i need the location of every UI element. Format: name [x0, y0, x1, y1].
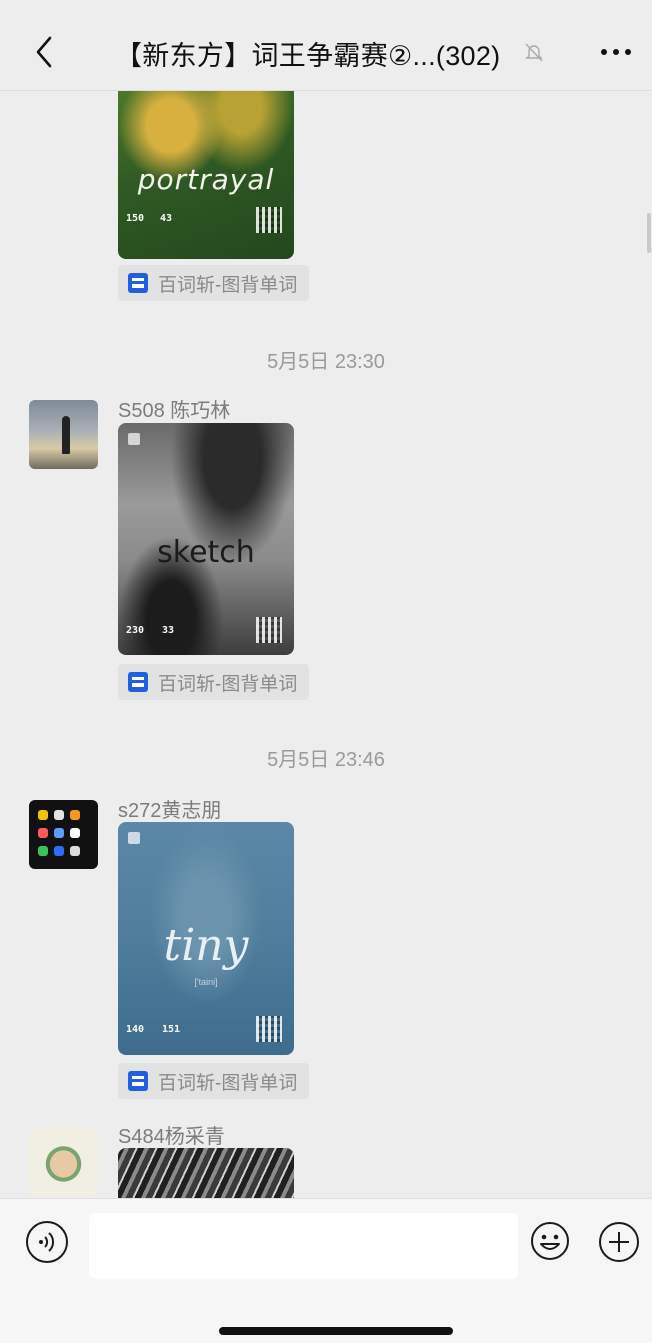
sender-name: s272黄志朋 — [118, 800, 222, 822]
card-stat: 150 — [126, 213, 145, 224]
mini-program-source[interactable]: 百词斩-图背单词 — [118, 265, 310, 301]
chat-header: 【新东方】词王争霸赛②...(302) — [0, 0, 652, 91]
word-card-image[interactable]: sketch 230 33 — [118, 423, 294, 655]
brand-icon — [128, 433, 140, 445]
qr-code-icon — [256, 617, 282, 643]
timestamp: 5月5日 23:46 — [267, 749, 385, 771]
mini-program-source[interactable]: 百词斩-图背单词 — [118, 1063, 310, 1099]
bell-off-icon — [525, 43, 543, 62]
word-card-image[interactable]: portrayal 150 43 — [118, 91, 294, 259]
more-dots-icon[interactable] — [598, 42, 634, 62]
avatar[interactable] — [29, 400, 98, 469]
baicizhan-app-icon — [128, 1071, 148, 1091]
card-word: sketch — [157, 535, 255, 570]
chat-message-list[interactable]: portrayal 150 43 百词斩-图背单词 5月5日 23:30 S50… — [0, 91, 652, 1198]
emoji-icon[interactable] — [530, 1221, 570, 1261]
voice-icon[interactable] — [26, 1221, 68, 1263]
card-word: tiny — [163, 920, 249, 971]
chevron-left-icon[interactable] — [30, 32, 60, 72]
card-word: portrayal — [137, 163, 275, 196]
scrollbar[interactable] — [647, 213, 651, 253]
sender-name: S508 陈巧林 — [118, 400, 231, 422]
avatar-app-tile — [54, 828, 64, 838]
plus-icon[interactable] — [598, 1221, 640, 1263]
avatar-app-tile — [70, 810, 80, 820]
baicizhan-app-icon — [128, 273, 148, 293]
avatar-app-tile — [54, 810, 64, 820]
word-card-image[interactable]: tiny ['taini] 140 151 — [118, 822, 294, 1055]
card-phonetic: ['taini] — [194, 977, 218, 987]
avatar[interactable] — [29, 800, 98, 869]
qr-code-icon — [256, 1016, 282, 1042]
source-label: 百词斩-图背单词 — [158, 673, 298, 695]
avatar-app-tile — [38, 846, 48, 856]
chat-title[interactable]: 【新东方】词王争霸赛②...(302) — [115, 34, 500, 73]
card-stat: 33 — [162, 625, 175, 636]
card-stat: 230 — [126, 625, 145, 636]
avatar[interactable] — [29, 1126, 98, 1195]
avatar-app-tile — [38, 828, 48, 838]
source-label: 百词斩-图背单词 — [158, 1072, 298, 1094]
input-bar — [0, 1198, 652, 1343]
message-input[interactable] — [89, 1213, 518, 1279]
source-label: 百词斩-图背单词 — [158, 274, 298, 296]
avatar-figure — [62, 416, 70, 454]
avatar-app-tile — [70, 846, 80, 856]
baicizhan-app-icon — [128, 672, 148, 692]
brand-icon — [128, 832, 140, 844]
mini-program-source[interactable]: 百词斩-图背单词 — [118, 664, 310, 700]
timestamp: 5月5日 23:30 — [267, 351, 385, 373]
avatar-app-tile — [54, 846, 64, 856]
sender-name: S484杨采青 — [118, 1126, 225, 1148]
card-stat: 151 — [162, 1024, 181, 1035]
home-indicator[interactable] — [219, 1327, 453, 1335]
qr-code-icon — [256, 207, 282, 233]
avatar-app-tile — [70, 828, 80, 838]
word-card-image[interactable] — [118, 1148, 294, 1198]
card-stat: 43 — [160, 213, 173, 224]
avatar-app-tile — [38, 810, 48, 820]
card-stat: 140 — [126, 1024, 145, 1035]
